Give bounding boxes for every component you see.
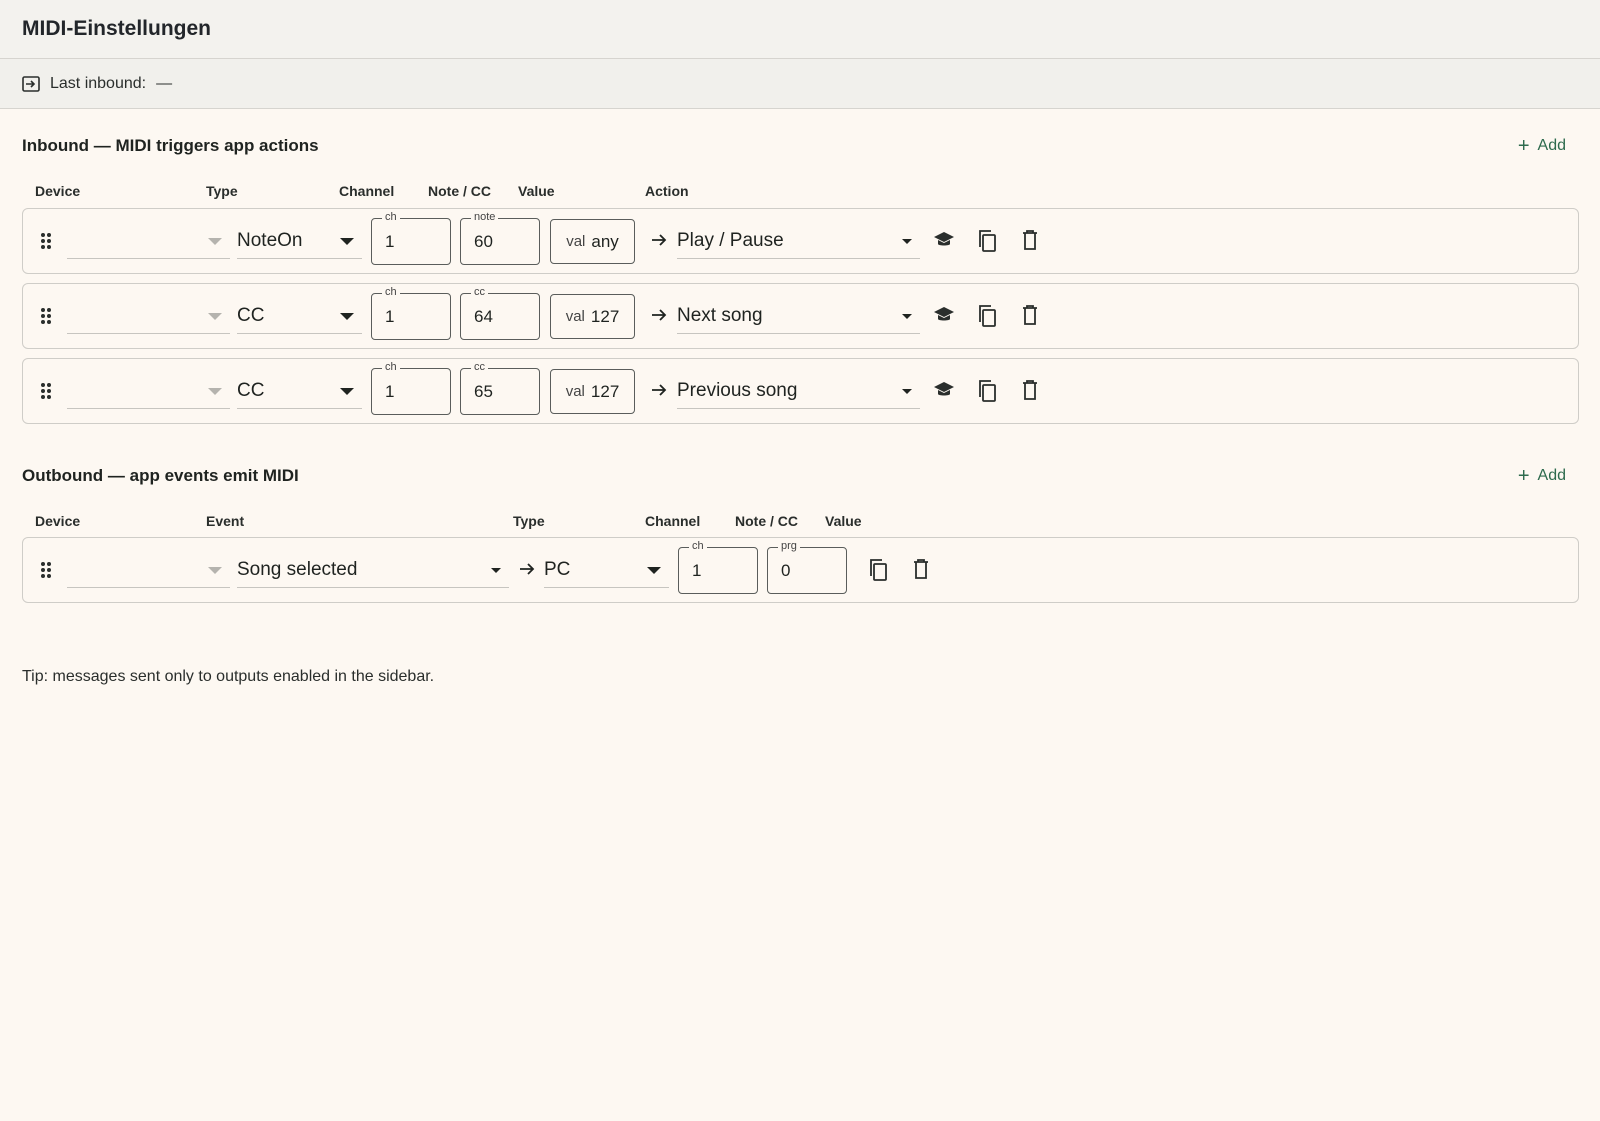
outbound-type-value: PC xyxy=(544,558,571,580)
inbound-device-select[interactable] xyxy=(67,223,230,259)
arrow-right-icon xyxy=(520,563,535,575)
outbound-col-device: Device xyxy=(35,513,81,529)
drag-handle-icon[interactable] xyxy=(39,560,53,580)
chevron-down-icon xyxy=(647,567,661,574)
arrow-right-icon xyxy=(652,309,667,321)
outbound-add-label: Add xyxy=(1537,467,1566,484)
inbound-action-value: Next song xyxy=(677,304,763,326)
title-bar: MIDI-Einstellungen xyxy=(0,0,1600,59)
arrow-right-icon xyxy=(652,234,667,246)
outbound-row-1: Song selected PC ch 1 prg 0 xyxy=(22,537,1579,603)
inbound-device-select[interactable] xyxy=(67,298,230,334)
plus-icon: + xyxy=(1517,135,1530,157)
inbound-action-select[interactable]: Play / Pause xyxy=(677,223,920,259)
inbound-col-channel: Channel xyxy=(339,183,395,199)
outbound-device-select[interactable] xyxy=(67,552,230,588)
inbound-note-field[interactable]: note 60 xyxy=(460,210,540,265)
outbound-heading: Outbound — app events emit MIDI xyxy=(22,466,299,485)
tip-text: Tip: messages sent only to outputs enabl… xyxy=(22,668,435,685)
inbound-col-type: Type xyxy=(206,183,238,199)
inbound-channel-field[interactable]: ch 1 xyxy=(371,360,451,415)
inbound-add-button[interactable]: + Add xyxy=(1518,136,1566,156)
arrow-right-icon xyxy=(652,384,667,396)
inbound-value-button[interactable]: val 127 xyxy=(550,294,635,339)
status-bar: Last inbound: — xyxy=(0,59,1600,109)
inbound-col-device: Device xyxy=(35,183,81,199)
inbound-type-value: CC xyxy=(237,304,265,326)
outbound-event-value: Song selected xyxy=(237,558,358,580)
outbound-type-select[interactable]: PC xyxy=(544,552,669,588)
inbound-type-select[interactable]: CC xyxy=(237,373,362,409)
outbound-add-button[interactable]: + Add xyxy=(1518,466,1566,486)
inbound-header: Inbound — MIDI triggers app actions + Ad… xyxy=(22,136,1566,156)
school-cap-icon[interactable] xyxy=(933,380,955,400)
copy-icon[interactable] xyxy=(977,229,997,253)
chevron-down-icon xyxy=(208,567,222,574)
inbound-col-action: Action xyxy=(645,183,689,199)
drag-handle-icon[interactable] xyxy=(39,231,53,251)
school-cap-icon[interactable] xyxy=(933,305,955,325)
outbound-col-note-cc: Note / CC xyxy=(735,513,798,529)
trash-icon[interactable] xyxy=(913,558,929,580)
outbound-event-select[interactable]: Song selected xyxy=(237,552,509,588)
trash-icon[interactable] xyxy=(1022,229,1038,251)
inbound-type-value: CC xyxy=(237,379,265,401)
inbound-col-value: Value xyxy=(518,183,555,199)
chevron-down-icon xyxy=(340,313,354,320)
copy-icon[interactable] xyxy=(868,558,888,582)
outbound-col-channel: Channel xyxy=(645,513,701,529)
outbound-col-value: Value xyxy=(825,513,862,529)
drag-handle-icon[interactable] xyxy=(39,306,53,326)
inbound-cc-field[interactable]: cc 65 xyxy=(460,360,540,415)
copy-icon[interactable] xyxy=(977,379,997,403)
outbound-program-field[interactable]: prg 0 xyxy=(767,539,847,594)
outbound-col-type: Type xyxy=(513,513,545,529)
chevron-down-icon xyxy=(902,389,912,394)
last-inbound-value: — xyxy=(156,74,173,92)
page-title: MIDI-Einstellungen xyxy=(22,17,211,40)
inbound-value-button[interactable]: val any xyxy=(550,219,635,264)
chevron-down-icon xyxy=(902,314,912,319)
outbound-channel-field[interactable]: ch 1 xyxy=(678,539,758,594)
inbound-row-1: NoteOn ch 1 note 60 val any Play / Pause xyxy=(22,208,1579,274)
inbound-action-value: Play / Pause xyxy=(677,229,784,251)
inbound-device-select[interactable] xyxy=(67,373,230,409)
chevron-down-icon xyxy=(208,388,222,395)
trash-icon[interactable] xyxy=(1022,304,1038,326)
inbound-icon xyxy=(22,75,40,92)
drag-handle-icon[interactable] xyxy=(39,381,53,401)
chevron-down-icon xyxy=(208,238,222,245)
plus-icon: + xyxy=(1517,465,1530,487)
inbound-type-select[interactable]: CC xyxy=(237,298,362,334)
inbound-heading: Inbound — MIDI triggers app actions xyxy=(22,136,319,155)
chevron-down-icon xyxy=(208,313,222,320)
chevron-down-icon xyxy=(340,238,354,245)
inbound-row-3: CC ch 1 cc 65 val 127 Previous song xyxy=(22,358,1579,424)
copy-icon[interactable] xyxy=(977,304,997,328)
chevron-down-icon xyxy=(491,568,501,573)
inbound-action-select[interactable]: Previous song xyxy=(677,373,920,409)
inbound-type-select[interactable]: NoteOn xyxy=(237,223,362,259)
school-cap-icon[interactable] xyxy=(933,230,955,250)
outbound-col-event: Event xyxy=(206,513,245,529)
chevron-down-icon xyxy=(902,239,912,244)
last-inbound-label: Last inbound: xyxy=(50,74,147,92)
inbound-type-value: NoteOn xyxy=(237,229,303,251)
outbound-header: Outbound — app events emit MIDI + Add xyxy=(22,466,1566,486)
chevron-down-icon xyxy=(340,388,354,395)
inbound-channel-field[interactable]: ch 1 xyxy=(371,285,451,340)
inbound-cc-field[interactable]: cc 64 xyxy=(460,285,540,340)
inbound-row-2: CC ch 1 cc 64 val 127 Next song xyxy=(22,283,1579,349)
inbound-channel-field[interactable]: ch 1 xyxy=(371,210,451,265)
trash-icon[interactable] xyxy=(1022,379,1038,401)
inbound-col-note-cc: Note / CC xyxy=(428,183,491,199)
inbound-action-select[interactable]: Next song xyxy=(677,298,920,334)
inbound-add-label: Add xyxy=(1537,137,1566,154)
inbound-action-value: Previous song xyxy=(677,379,798,401)
inbound-value-button[interactable]: val 127 xyxy=(550,369,635,414)
